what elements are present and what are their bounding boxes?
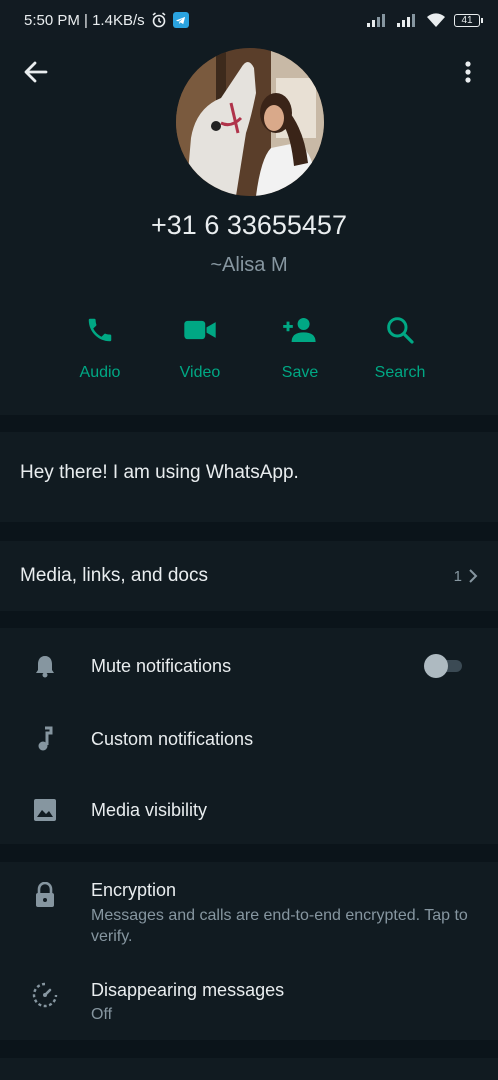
signal-icon-2 — [397, 14, 415, 27]
music-note-icon — [32, 726, 58, 752]
chevron-right-icon — [469, 569, 478, 583]
visibility-label: Media visibility — [91, 800, 208, 820]
image-icon — [32, 797, 58, 823]
next-card — [0, 1058, 498, 1080]
lock-icon — [32, 882, 58, 908]
save-contact-button[interactable]: Save — [250, 310, 350, 390]
mute-label: Mute notifications — [91, 656, 232, 676]
phone-icon — [80, 310, 120, 350]
telegram-icon — [172, 12, 189, 28]
alarm-icon — [152, 12, 166, 28]
contact-phone: +31 6 33655457 — [151, 210, 347, 240]
notifications-card: Mute notifications Custom notifications … — [0, 628, 498, 844]
media-count: 1 — [453, 567, 462, 585]
add-contact-icon — [280, 310, 320, 350]
signal-icon — [367, 14, 385, 27]
video-label: Video — [179, 364, 221, 381]
status-bar: 5:50 PM | 1.4KB/s 41 — [0, 0, 498, 40]
avatar[interactable] — [176, 48, 324, 196]
media-visibility-row[interactable]: Media visibility — [0, 780, 498, 840]
timer-icon — [32, 982, 58, 1008]
contact-alias: ~Alisa M — [210, 254, 288, 276]
wifi-icon — [427, 13, 445, 27]
media-card[interactable]: Media, links, and docs 1 — [0, 541, 498, 611]
battery-icon: 41 — [454, 13, 483, 27]
more-options-button[interactable] — [456, 58, 480, 86]
contact-header: +31 6 33655457 ~Alisa M Audio Video Save… — [0, 40, 498, 415]
mute-toggle[interactable] — [424, 653, 464, 678]
search-icon — [380, 310, 420, 350]
video-call-button[interactable]: Video — [150, 310, 250, 390]
custom-notifications-row[interactable]: Custom notifications — [0, 708, 498, 768]
media-title: Media, links, and docs — [20, 565, 208, 586]
disappearing-messages-row[interactable]: Disappearing messages Off — [0, 970, 498, 1030]
search-button[interactable]: Search — [350, 310, 450, 390]
custom-label: Custom notifications — [91, 729, 254, 749]
media-count-wrap: 1 — [454, 568, 478, 585]
about-card[interactable]: Hey there! I am using WhatsApp. — [0, 432, 498, 522]
bell-icon — [32, 653, 58, 679]
disappearing-subtitle: Off — [91, 1006, 113, 1023]
back-button[interactable] — [22, 58, 50, 86]
audio-label: Audio — [79, 364, 121, 381]
disappearing-title: Disappearing messages — [91, 980, 285, 1000]
video-icon — [180, 310, 220, 350]
back-arrow-icon — [24, 61, 48, 83]
status-left: 5:50 PM | 1.4KB/s — [24, 12, 189, 29]
more-vert-icon — [465, 61, 471, 83]
status-right: 41 — [366, 12, 483, 28]
privacy-card: Encryption Messages and calls are end-to… — [0, 862, 498, 1040]
encryption-title: Encryption — [91, 880, 177, 900]
action-buttons: Audio Video Save Search — [50, 310, 450, 390]
about-text: Hey there! I am using WhatsApp. — [20, 462, 299, 483]
status-time: 5:50 PM | 1.4KB/s — [24, 11, 145, 29]
avatar-photo — [176, 48, 324, 196]
mute-notifications-row[interactable]: Mute notifications — [0, 636, 498, 696]
save-label: Save — [281, 364, 319, 381]
search-label: Search — [374, 364, 426, 381]
toggle-knob — [424, 654, 448, 678]
encryption-row[interactable]: Encryption Messages and calls are end-to… — [0, 870, 498, 952]
audio-call-button[interactable]: Audio — [50, 310, 150, 390]
media-row: Media, links, and docs 1 — [0, 541, 498, 611]
encryption-subtitle: Messages and calls are end-to-end encryp… — [91, 907, 468, 945]
